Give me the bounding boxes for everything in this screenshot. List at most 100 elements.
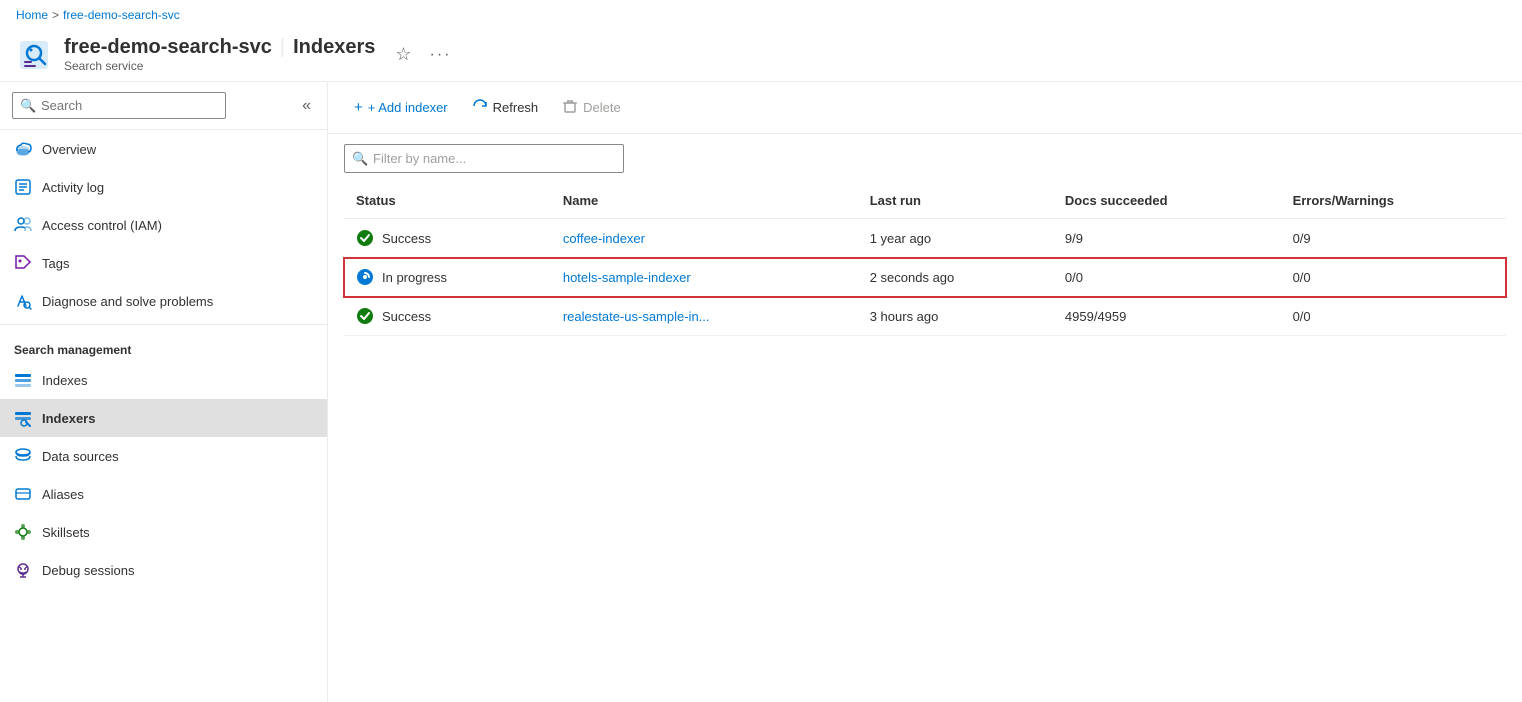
- row-status-cell: Success: [344, 297, 551, 336]
- sidebar-item-overview[interactable]: Overview: [0, 130, 327, 168]
- sidebar: 🔍 « Overview Activity log: [0, 82, 328, 702]
- indexers-table-container: Status Name Last run Docs succeeded Erro…: [328, 183, 1522, 702]
- breadcrumb-current[interactable]: free-demo-search-svc: [63, 8, 180, 22]
- page-header: free-demo-search-svc | Indexers Search s…: [0, 30, 1522, 82]
- delete-button[interactable]: Delete: [552, 92, 631, 123]
- sidebar-item-indexes[interactable]: Indexes: [0, 361, 327, 399]
- indexer-name-link[interactable]: realestate-us-sample-in...: [563, 309, 710, 324]
- sidebar-label-debug-sessions: Debug sessions: [42, 563, 135, 578]
- page-section-title: Indexers: [293, 36, 375, 59]
- collapse-button[interactable]: «: [298, 93, 315, 119]
- sidebar-item-aliases[interactable]: Aliases: [0, 475, 327, 513]
- row-docs-succeeded-cell: 4959/4959: [1053, 297, 1281, 336]
- favorite-button[interactable]: ☆: [391, 42, 415, 67]
- breadcrumb-separator: >: [52, 8, 59, 22]
- diagnose-icon: [14, 292, 32, 310]
- indexer-name-link[interactable]: hotels-sample-indexer: [563, 270, 691, 285]
- search-wrapper: 🔍: [12, 92, 292, 119]
- row-errors-warnings-cell: 0/0: [1281, 258, 1506, 297]
- col-docs-succeeded: Docs succeeded: [1053, 183, 1281, 219]
- success-status-icon: [356, 229, 374, 247]
- header-subtitle: Search service: [64, 59, 375, 73]
- header-title: free-demo-search-svc | Indexers Search s…: [64, 36, 375, 73]
- row-status-text: Success: [382, 309, 431, 324]
- add-indexer-label: + Add indexer: [368, 100, 448, 115]
- sidebar-search-area: 🔍 «: [0, 82, 327, 130]
- indexer-name-link[interactable]: coffee-indexer: [563, 231, 645, 246]
- toolbar: + + Add indexer Refresh Delete: [328, 82, 1522, 134]
- cloud-icon: [14, 140, 32, 158]
- delete-label: Delete: [583, 100, 621, 115]
- row-status-text: In progress: [382, 270, 447, 285]
- sidebar-label-diagnose: Diagnose and solve problems: [42, 294, 213, 309]
- sidebar-item-skillsets[interactable]: Skillsets: [0, 513, 327, 551]
- delete-icon: [562, 98, 578, 117]
- more-options-button[interactable]: ···: [423, 44, 457, 66]
- sidebar-divider: [0, 324, 327, 325]
- refresh-label: Refresh: [493, 100, 539, 115]
- search-input[interactable]: [12, 92, 226, 119]
- table-row: Success realestate-us-sample-in... 3 hou…: [344, 297, 1506, 336]
- col-name: Name: [551, 183, 858, 219]
- in-progress-status-icon: [356, 268, 374, 286]
- data-sources-icon: [14, 447, 32, 465]
- sidebar-label-data-sources: Data sources: [42, 449, 119, 464]
- sidebar-item-activity-log[interactable]: Activity log: [0, 168, 327, 206]
- row-docs-succeeded-cell: 9/9: [1053, 219, 1281, 258]
- sidebar-label-overview: Overview: [42, 142, 96, 157]
- row-errors-warnings-cell: 0/0: [1281, 297, 1506, 336]
- sidebar-item-tags[interactable]: Tags: [0, 244, 327, 282]
- activity-log-icon: [14, 178, 32, 196]
- success-status-icon-2: [356, 307, 374, 325]
- row-status-cell: Success: [344, 219, 551, 258]
- page-heading: free-demo-search-svc | Indexers: [64, 36, 375, 59]
- breadcrumb: Home > free-demo-search-svc: [0, 0, 1522, 30]
- sidebar-item-data-sources[interactable]: Data sources: [0, 437, 327, 475]
- sidebar-item-diagnose[interactable]: Diagnose and solve problems: [0, 282, 327, 320]
- row-last-run-cell: 3 hours ago: [858, 297, 1053, 336]
- filter-input[interactable]: [344, 144, 624, 173]
- sidebar-label-tags: Tags: [42, 256, 69, 271]
- table-row: In progress hotels-sample-indexer 2 seco…: [344, 258, 1506, 297]
- aliases-icon: [14, 485, 32, 503]
- col-errors-warnings: Errors/Warnings: [1281, 183, 1506, 219]
- search-management-title: Search management: [0, 329, 327, 361]
- skillsets-icon: [14, 523, 32, 541]
- main-content: + + Add indexer Refresh Delete 🔍: [328, 82, 1522, 702]
- row-last-run-cell: 2 seconds ago: [858, 258, 1053, 297]
- table-header-row: Status Name Last run Docs succeeded Erro…: [344, 183, 1506, 219]
- refresh-icon: [472, 98, 488, 117]
- row-docs-succeeded-cell: 0/0: [1053, 258, 1281, 297]
- sidebar-label-indexers: Indexers: [42, 411, 95, 426]
- sidebar-label-indexes: Indexes: [42, 373, 88, 388]
- header-separator: |: [280, 36, 285, 59]
- breadcrumb-home[interactable]: Home: [16, 8, 48, 22]
- header-actions: ☆ ···: [391, 42, 457, 67]
- filter-wrapper: 🔍: [344, 144, 624, 173]
- filter-bar: 🔍: [328, 134, 1522, 183]
- row-status-cell: In progress: [344, 258, 551, 297]
- row-status-text: Success: [382, 231, 431, 246]
- indexes-icon: [14, 371, 32, 389]
- row-name-cell: realestate-us-sample-in...: [551, 297, 858, 336]
- service-icon: [16, 37, 52, 73]
- refresh-button[interactable]: Refresh: [462, 92, 549, 123]
- main-layout: 🔍 « Overview Activity log: [0, 82, 1522, 702]
- service-name: free-demo-search-svc: [64, 36, 272, 59]
- tags-icon: [14, 254, 32, 272]
- sidebar-label-aliases: Aliases: [42, 487, 84, 502]
- col-last-run: Last run: [858, 183, 1053, 219]
- row-last-run-cell: 1 year ago: [858, 219, 1053, 258]
- sidebar-item-indexers[interactable]: Indexers: [0, 399, 327, 437]
- row-name-cell: hotels-sample-indexer: [551, 258, 858, 297]
- iam-icon: [14, 216, 32, 234]
- sidebar-nav: Overview Activity log Access control (IA…: [0, 130, 327, 702]
- add-icon: +: [354, 99, 363, 116]
- indexers-icon: [14, 409, 32, 427]
- row-errors-warnings-cell: 0/9: [1281, 219, 1506, 258]
- sidebar-item-debug-sessions[interactable]: Debug sessions: [0, 551, 327, 589]
- add-indexer-button[interactable]: + + Add indexer: [344, 93, 458, 122]
- col-status: Status: [344, 183, 551, 219]
- debug-sessions-icon: [14, 561, 32, 579]
- sidebar-item-access-control[interactable]: Access control (IAM): [0, 206, 327, 244]
